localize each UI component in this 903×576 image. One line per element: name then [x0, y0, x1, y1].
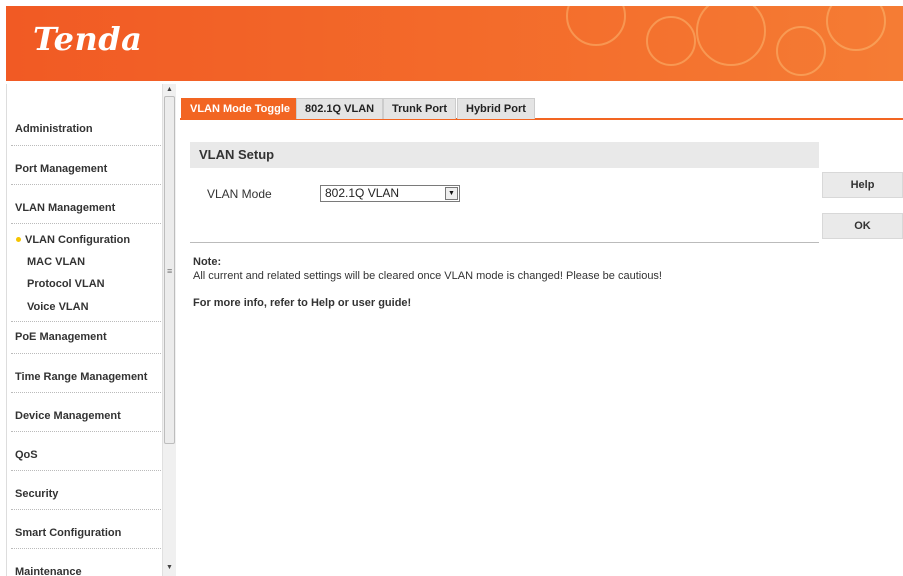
tab-bar: VLAN Mode Toggle 802.1Q VLAN Trunk Port … — [180, 97, 903, 120]
menu-divider — [11, 548, 161, 549]
sidebar-item-protocol-vlan[interactable]: Protocol VLAN — [27, 278, 105, 290]
help-button[interactable]: Help — [822, 172, 903, 198]
section-title: VLAN Setup — [190, 142, 819, 168]
vlan-mode-label: VLAN Mode — [207, 187, 272, 201]
sidebar-item-voice-vlan[interactable]: Voice VLAN — [27, 301, 89, 313]
active-indicator — [16, 237, 21, 242]
sidebar-item-vlan-configuration[interactable]: VLAN Configuration — [25, 234, 130, 246]
menu-divider — [11, 223, 161, 224]
menu-divider — [11, 145, 161, 146]
note-text: All current and related settings will be… — [193, 270, 662, 282]
scroll-up-icon[interactable]: ▲ — [166, 86, 173, 93]
sidebar-item-maintenance[interactable]: Maintenance — [15, 566, 82, 576]
grip-icon: ≡ — [167, 266, 173, 276]
banner-decoration — [696, 6, 766, 66]
vlan-mode-value: 802.1Q VLAN — [325, 186, 400, 200]
sidebar-item-poe-management[interactable]: PoE Management — [15, 331, 107, 343]
dropdown-arrow-icon[interactable]: ▼ — [445, 187, 458, 200]
banner-decoration — [776, 26, 826, 76]
tab-vlan-mode-toggle[interactable]: VLAN Mode Toggle — [181, 98, 300, 119]
more-info-text: For more info, refer to Help or user gui… — [193, 297, 412, 309]
sidebar-item-port-management[interactable]: Port Management — [15, 163, 107, 175]
header-banner: Tenda — [6, 6, 903, 81]
sidebar-item-time-range-management[interactable]: Time Range Management — [15, 371, 147, 383]
tab-hybrid-port[interactable]: Hybrid Port — [457, 98, 535, 119]
note-title: Note: — [193, 256, 222, 268]
scrollbar-thumb[interactable]: ≡ — [164, 96, 175, 444]
sidebar-item-administration[interactable]: Administration — [15, 123, 93, 135]
menu-divider — [11, 321, 161, 322]
sidebar-scrollbar[interactable]: ▲ ≡ ▼ — [162, 84, 176, 576]
banner-decoration — [646, 16, 696, 66]
sidebar-item-vlan-management[interactable]: VLAN Management — [15, 202, 115, 214]
scroll-down-icon[interactable]: ▼ — [166, 564, 173, 571]
banner-decoration — [826, 6, 886, 51]
vlan-mode-select[interactable]: 802.1Q VLAN ▼ — [320, 185, 460, 202]
menu-divider — [11, 353, 161, 354]
sidebar-item-device-management[interactable]: Device Management — [15, 410, 121, 422]
menu-divider — [11, 184, 161, 185]
ok-button[interactable]: OK — [822, 213, 903, 239]
menu-divider — [11, 470, 161, 471]
sidebar-item-mac-vlan[interactable]: MAC VLAN — [27, 256, 85, 268]
menu-divider — [11, 392, 161, 393]
tab-trunk-port[interactable]: Trunk Port — [383, 98, 457, 119]
menu-divider — [11, 509, 161, 510]
sidebar: Administration Port Management VLAN Mana… — [6, 84, 162, 576]
menu-divider — [11, 431, 161, 432]
sidebar-item-security[interactable]: Security — [15, 488, 58, 500]
section-divider — [190, 242, 819, 243]
banner-decoration — [566, 6, 626, 46]
tab-8021q-vlan[interactable]: 802.1Q VLAN — [296, 98, 384, 119]
tenda-logo: Tenda — [33, 20, 143, 58]
sidebar-item-smart-configuration[interactable]: Smart Configuration — [15, 527, 121, 539]
sidebar-item-qos[interactable]: QoS — [15, 449, 38, 461]
